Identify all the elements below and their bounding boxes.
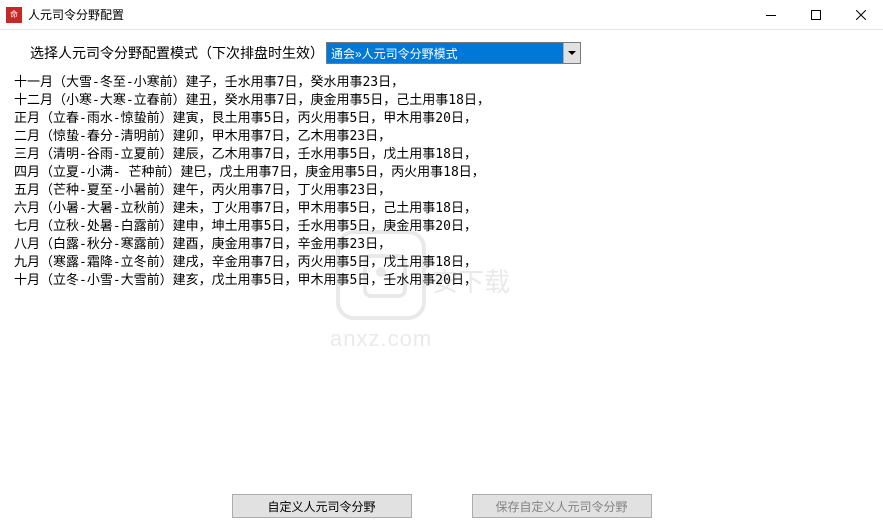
minimize-button[interactable] [748,0,793,30]
save-custom-button[interactable]: 保存自定义人元司令分野 [472,494,652,518]
config-label: 选择人元司令分野配置模式（下次排盘时生效） [30,43,324,63]
dropdown-arrow-icon [563,43,580,63]
bottom-button-bar: 自定义人元司令分野 保存自定义人元司令分野 [0,494,883,518]
data-display: 十一月（大雪-冬至-小寒前）建子，壬水用事7日，癸水用事23日， 十二月（小寒-… [12,74,871,290]
data-line: 二月（惊蛰-春分-清明前）建卯，甲木用事7日，乙木用事23日， [14,128,871,146]
custom-define-button[interactable]: 自定义人元司令分野 [232,494,412,518]
data-line: 五月（芒种-夏至-小暑前）建午，丙火用事7日，丁火用事23日， [14,182,871,200]
content-area: 选择人元司令分野配置模式（下次排盘时生效） 通会»人元司令分野模式 十一月（大雪… [0,30,883,528]
data-line: 九月（寒露-霜降-立冬前）建戌，辛金用事7日，丙火用事5日，戊土用事18日， [14,254,871,272]
data-line: 七月（立秋-处暑-白露前）建申，坤土用事5日，壬水用事5日，庚金用事20日， [14,218,871,236]
data-line: 十月（立冬-小雪-大雪前）建亥，戊土用事5日，甲木用事5日，壬水用事20日， [14,272,871,290]
window-controls [748,0,883,30]
mode-dropdown[interactable]: 通会»人元司令分野模式 [326,42,581,64]
watermark-domain-text: anxz.com [330,326,432,352]
data-line: 十二月（小寒-大寒-立春前）建丑，癸水用事7日，庚金用事5日，己土用事18日， [14,92,871,110]
titlebar: 命 人元司令分野配置 [0,0,883,30]
data-line: 三月（清明-谷雨-立夏前）建辰，乙木用事7日，壬水用事5日，戊土用事18日， [14,146,871,164]
config-row: 选择人元司令分野配置模式（下次排盘时生效） 通会»人元司令分野模式 [12,38,871,74]
data-line: 十一月（大雪-冬至-小寒前）建子，壬水用事7日，癸水用事23日， [14,74,871,92]
dropdown-selected-text: 通会»人元司令分野模式 [327,43,563,63]
app-icon: 命 [6,7,22,23]
data-line: 八月（白露-秋分-寒露前）建酉，庚金用事7日，辛金用事23日， [14,236,871,254]
close-button[interactable] [838,0,883,30]
maximize-button[interactable] [793,0,838,30]
window-title: 人元司令分野配置 [28,6,124,23]
data-line: 正月（立春-雨水-惊蛰前）建寅，艮土用事5日，丙火用事5日，甲木用事20日， [14,110,871,128]
data-line: 四月（立夏-小满- 芒种前）建巳，戊土用事7日，庚金用事5日，丙火用事18日， [14,164,871,182]
data-line: 六月（小暑-大暑-立秋前）建未，丁火用事7日，甲木用事5日，己土用事18日， [14,200,871,218]
